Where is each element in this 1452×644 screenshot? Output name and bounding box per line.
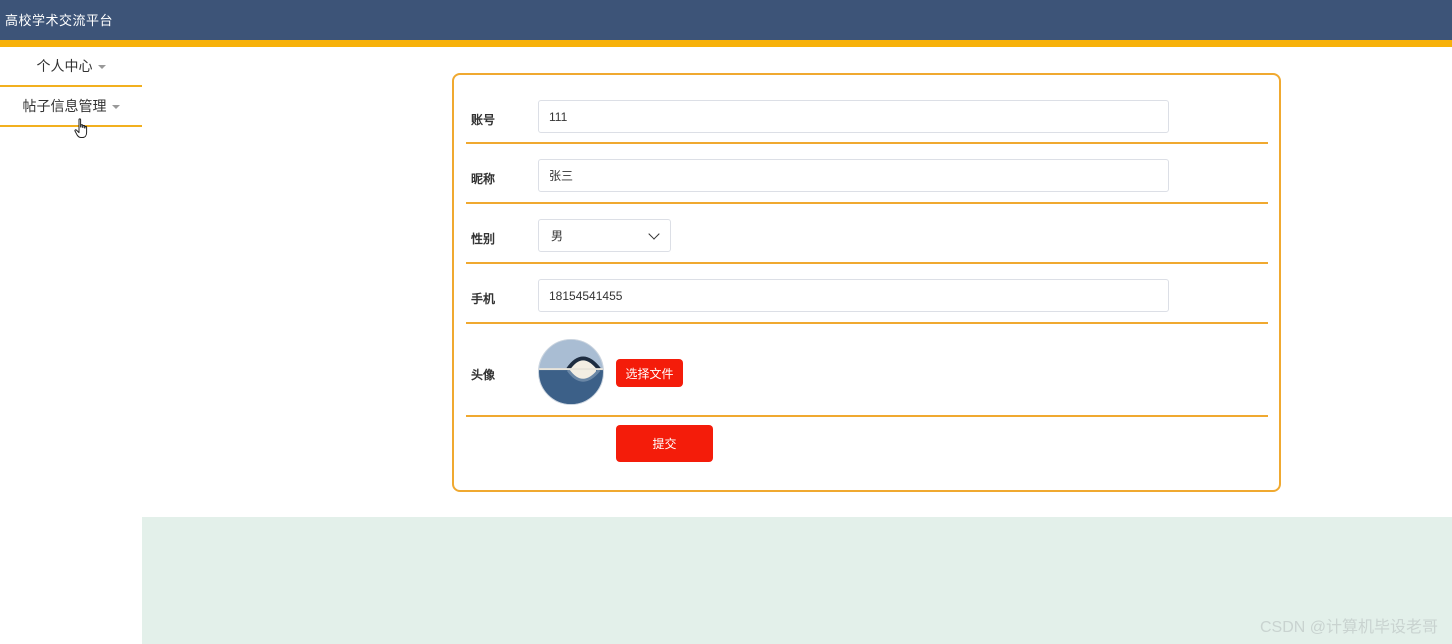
sidebar-item-label: 帖子信息管理 <box>22 98 107 114</box>
watermark: CSDN @计算机毕设老哥 <box>1259 619 1438 636</box>
choose-file-button[interactable]: 选择文件 <box>616 359 683 387</box>
gender-select[interactable]: 男 <box>538 219 671 252</box>
nickname-input[interactable] <box>538 159 1169 192</box>
submit-button[interactable]: 提交 <box>616 425 713 462</box>
avatar-image <box>538 339 604 405</box>
gender-selected-value: 男 <box>551 229 564 243</box>
phone-input[interactable] <box>538 279 1169 312</box>
accent-strip <box>0 40 1452 47</box>
caret-down-icon <box>111 105 120 109</box>
account-row: 账号 <box>466 75 1268 144</box>
sidebar: 个人中心 帖子信息管理 <box>0 47 142 644</box>
avatar-label: 头像 <box>471 368 496 382</box>
phone-label: 手机 <box>471 292 496 306</box>
phone-row: 手机 <box>466 264 1268 324</box>
sidebar-item-personal-center[interactable]: 个人中心 <box>0 47 142 87</box>
gender-row: 性别 男 <box>466 204 1268 264</box>
app-title: 高校学术交流平台 <box>5 13 114 28</box>
caret-down-icon <box>97 65 106 69</box>
profile-form: 账号 昵称 性别 男 手机 头像 选择文件 提交 <box>452 73 1281 492</box>
chevron-down-icon <box>648 227 660 240</box>
sidebar-item-post-management[interactable]: 帖子信息管理 <box>0 87 142 127</box>
gender-label: 性别 <box>471 232 496 246</box>
content-footer-panel <box>142 517 1452 644</box>
top-bar: 高校学术交流平台 <box>0 0 1452 40</box>
account-input[interactable] <box>538 100 1169 133</box>
nickname-label: 昵称 <box>471 172 496 186</box>
sidebar-item-label: 个人中心 <box>36 58 93 74</box>
nickname-row: 昵称 <box>466 144 1268 204</box>
avatar-row: 头像 选择文件 <box>466 324 1268 417</box>
account-label: 账号 <box>471 113 496 127</box>
